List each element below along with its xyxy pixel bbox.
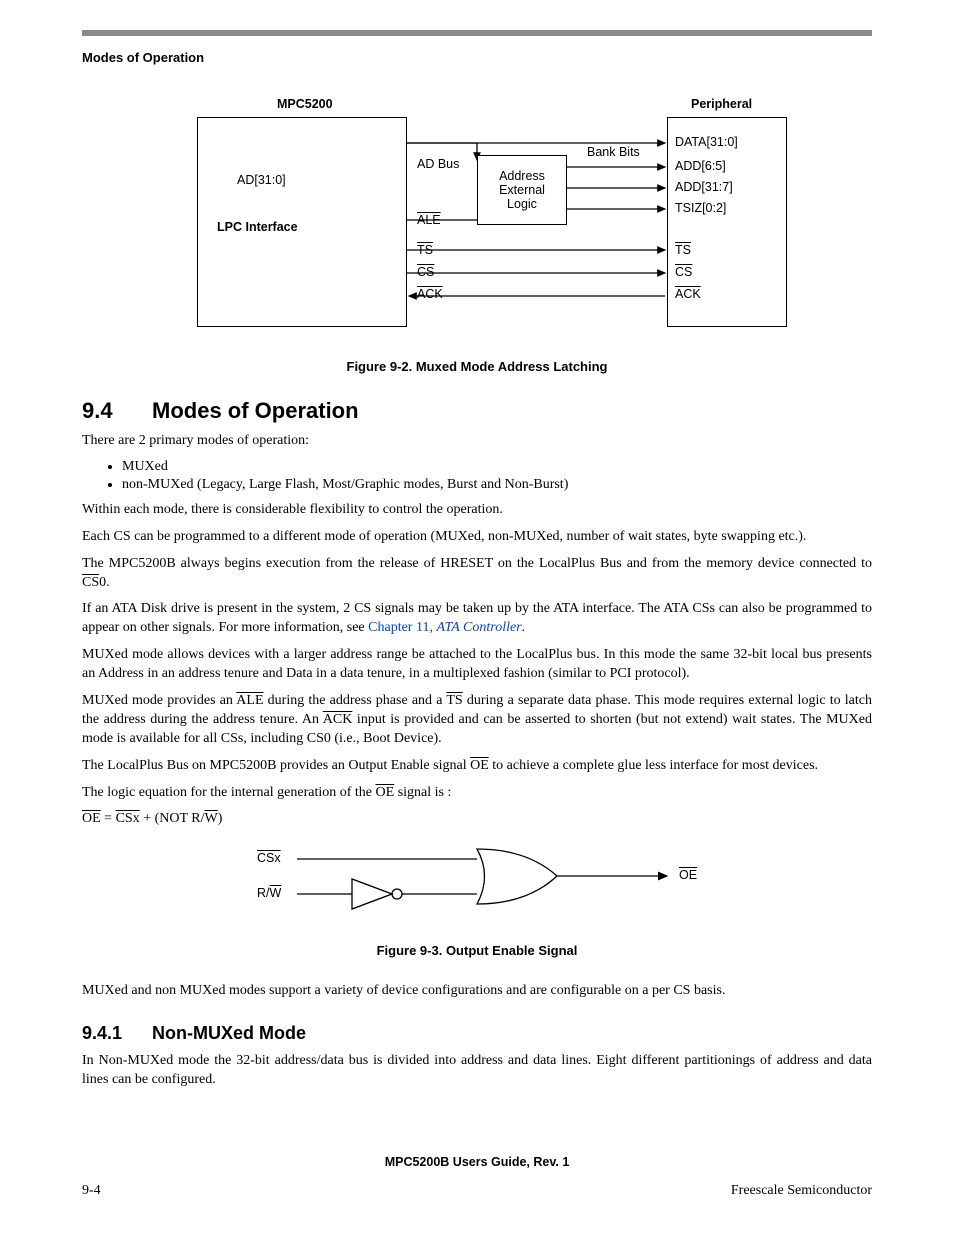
link-ata[interactable]: Chapter 11, ATA Controller [368, 620, 522, 635]
logic-l3: Logic [507, 197, 537, 211]
lbl-data: DATA[31:0] [675, 135, 738, 149]
lbl-adbus: AD[31:0] [237, 173, 286, 187]
logic-l1: Address [499, 169, 545, 183]
logic-l2: External [499, 183, 545, 197]
p-ata: If an ATA Disk drive is present in the s… [82, 600, 872, 638]
link-ata-ch: Chapter 11, [368, 620, 436, 635]
p-muxed-range: MUXed mode allows devices with a larger … [82, 646, 872, 684]
p-mux2-ale: ALE [236, 693, 263, 708]
section-9-4-num: 9.4 [82, 398, 152, 424]
p-intro: There are 2 primary modes of operation: [82, 432, 872, 451]
p-logic: The logic equation for the internal gene… [82, 784, 872, 803]
p-oe: The LocalPlus Bus on MPC5200B provides a… [82, 757, 872, 776]
lbl-ts: TS [417, 243, 433, 257]
p-oe-sig: OE [470, 758, 489, 773]
logic-box: Address External Logic [477, 155, 567, 225]
p-within: Within each mode, there is considerable … [82, 501, 872, 520]
fig2-rw: R/W [257, 886, 281, 900]
eq-csx: CSx [116, 811, 140, 826]
footer-company: Freescale Semiconductor [731, 1183, 872, 1199]
figure-9-3: CSx R/W OE [227, 839, 727, 929]
eq-plus: + (NOT R/ [140, 811, 205, 826]
fig2-oe: OE [679, 868, 697, 882]
link-ata-title: ATA Controller [436, 620, 521, 635]
section-9-4-1-heading: 9.4.1Non-MUXed Mode [82, 1023, 872, 1044]
section-9-4-heading: 9.4Modes of Operation [82, 398, 872, 424]
periph-title: Peripheral [691, 97, 752, 111]
footer-page: 9-4 [82, 1183, 101, 1199]
p-eachcs: Each CS can be programmed to a different… [82, 528, 872, 547]
equation-oe: OE = CSx + (NOT R/W) [82, 810, 872, 829]
eq-w: W [205, 811, 218, 826]
p-ata-b: . [522, 620, 526, 635]
bullet-2: non-MUXed (Legacy, Large Flash, Most/Gra… [122, 477, 872, 493]
p-mux2-ts: TS [446, 693, 462, 708]
lbl-tsiz: TSIZ[0:2] [675, 201, 726, 215]
p-nonmuxed: In Non-MUXed mode the 32-bit address/dat… [82, 1052, 872, 1090]
figure-9-2-caption: Figure 9-2. Muxed Mode Address Latching [82, 359, 872, 374]
eq-oe: OE [82, 811, 101, 826]
p-cs0-sig: CS [82, 575, 99, 590]
lbl-adbus2: AD Bus [417, 157, 459, 171]
lbl-ack2: ACK [675, 287, 701, 301]
p-cs0: The MPC5200B always begins execution fro… [82, 555, 872, 593]
section-9-4-title: Modes of Operation [152, 398, 359, 423]
section-9-4-1-num: 9.4.1 [82, 1023, 152, 1044]
footer-center: MPC5200B Users Guide, Rev. 1 [82, 1155, 872, 1169]
p-logic-sig: OE [376, 785, 395, 800]
p-after-fig2: MUXed and non MUXed modes support a vari… [82, 982, 872, 1001]
mpc-title: MPC5200 [277, 97, 333, 111]
p-oe-b: to achieve a complete glue less interfac… [489, 758, 818, 773]
section-9-4-1-title: Non-MUXed Mode [152, 1023, 306, 1043]
p-cs0-b: 0. [99, 575, 110, 590]
p-oe-a: The LocalPlus Bus on MPC5200B provides a… [82, 758, 470, 773]
header-bar [82, 30, 872, 36]
p-mux2-ack: ACK [323, 712, 353, 727]
lbl-ale: ALE [417, 213, 441, 227]
p-mux2-b: during the address phase and a [264, 693, 447, 708]
fig2-csx: CSx [257, 851, 281, 865]
bullet-1: MUXed [122, 459, 872, 475]
eq-end: ) [218, 811, 223, 826]
p-mux2-a: MUXed mode provides an [82, 693, 236, 708]
p-cs0-a: The MPC5200B always begins execution fro… [82, 556, 872, 571]
lbl-add317: ADD[31:7] [675, 180, 733, 194]
lbl-add65: ADD[6:5] [675, 159, 726, 173]
lbl-ts2: TS [675, 243, 691, 257]
p-muxed-2: MUXed mode provides an ALE during the ad… [82, 692, 872, 749]
figure-9-2: Address External Logic MPC5200 Periphera… [157, 95, 797, 345]
lbl-bankbits: Bank Bits [587, 145, 640, 159]
p-logic-b: signal is : [394, 785, 451, 800]
lbl-cs: CS [417, 265, 434, 279]
figure-9-3-caption: Figure 9-3. Output Enable Signal [82, 943, 872, 958]
lbl-cs2: CS [675, 265, 692, 279]
lbl-ack: ACK [417, 287, 443, 301]
p-logic-a: The logic equation for the internal gene… [82, 785, 376, 800]
lbl-lpc: LPC Interface [217, 220, 298, 234]
eq-eq: = [101, 811, 116, 826]
page-footer: MPC5200B Users Guide, Rev. 1 9-4 Freesca… [82, 1155, 872, 1199]
running-header: Modes of Operation [82, 50, 872, 65]
